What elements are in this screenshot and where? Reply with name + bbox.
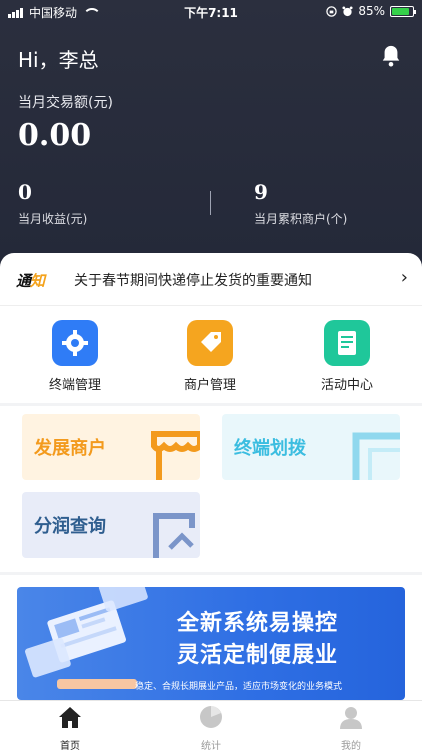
notice-bar[interactable]: 通知 关于春节期间快递停止发货的重要通知 › xyxy=(0,253,422,305)
gear-icon xyxy=(52,320,98,366)
rotation-lock-icon xyxy=(326,5,338,17)
banner-subtitle: 灵活定制便展业 xyxy=(177,643,339,668)
bottom-tab-bar: 首页 统计 我的 xyxy=(0,700,422,750)
notice-logo: 通知 xyxy=(16,270,45,291)
stat-divider xyxy=(210,191,211,215)
app-screen: 中国移动 下午7:11 85% Hi，李总 当月交易额(元) 0.00 0 当月… xyxy=(0,0,422,750)
user-icon xyxy=(340,707,362,729)
notice-logo-a: 通 xyxy=(16,272,31,290)
chevron-right-icon[interactable]: › xyxy=(401,267,408,288)
tab-home[interactable]: 首页 xyxy=(30,705,110,750)
banner-title: 全新系统易操控 xyxy=(177,611,339,636)
promo-banner[interactable]: 全新系统易操控 灵活定制便展业 稳定、合规长期展业产品，适应市场变化的业务模式 xyxy=(17,587,405,700)
status-bar: 中国移动 下午7:11 85% xyxy=(0,0,422,24)
terminal-transfer-card[interactable]: 终端划拨 xyxy=(222,414,400,480)
banner-section: 全新系统易操控 灵活定制便展业 稳定、合规长期展业产品，适应市场变化的业务模式 xyxy=(0,575,422,700)
feature-cards: 发展商户 终端划拨 分润查询 xyxy=(0,406,422,572)
quick-nav: 终端管理 商户管理 活动中心 xyxy=(0,305,422,403)
quick-nav-activity-center[interactable]: 活动中心 xyxy=(302,320,392,393)
transfer-icon xyxy=(352,432,400,480)
quick-nav-label: 商户管理 xyxy=(183,378,236,393)
tab-profile[interactable]: 我的 xyxy=(311,705,391,750)
battery-icon xyxy=(390,5,416,17)
banner-tagline: 稳定、合规长期展业产品，适应市场变化的业务模式 xyxy=(135,682,343,692)
feature-card-title: 终端划拨 xyxy=(234,438,306,459)
tab-label: 我的 xyxy=(341,741,361,750)
storefront-icon xyxy=(151,431,200,480)
month-income-label: 当月收益(元) xyxy=(18,212,88,226)
quick-nav-label: 终端管理 xyxy=(48,378,101,393)
develop-merchant-card[interactable]: 发展商户 xyxy=(22,414,200,480)
quick-nav-label: 活动中心 xyxy=(320,378,373,393)
month-trade-label: 当月交易额(元) xyxy=(18,95,113,111)
tab-label: 首页 xyxy=(60,741,80,750)
feature-card-title: 发展商户 xyxy=(34,438,106,459)
merchant-count-value: 9 xyxy=(254,180,268,204)
alarm-icon xyxy=(342,5,353,16)
tab-statistics[interactable]: 统计 xyxy=(171,705,251,750)
home-icon xyxy=(59,707,81,728)
greeting: Hi，李总 xyxy=(18,48,99,72)
month-trade-value: 0.00 xyxy=(18,118,92,153)
pie-chart-icon xyxy=(200,706,222,728)
merchant-count-stat[interactable]: 9 当月累积商户(个) xyxy=(254,180,347,227)
month-income-stat[interactable]: 0 当月收益(元) xyxy=(18,180,87,227)
quick-nav-terminal-management[interactable]: 终端管理 xyxy=(30,320,120,393)
notice-text[interactable]: 关于春节期间快递停止发货的重要通知 xyxy=(74,270,312,290)
notice-logo-b: 知 xyxy=(30,272,45,290)
quick-nav-merchant-management[interactable]: 商户管理 xyxy=(165,320,255,393)
bell-icon[interactable] xyxy=(380,44,402,68)
battery-percent: 85% xyxy=(358,4,385,18)
feature-card-title: 分润查询 xyxy=(34,516,106,537)
month-income-value: 0 xyxy=(18,180,32,204)
profit-query-card[interactable]: 分润查询 xyxy=(22,492,200,558)
query-icon xyxy=(153,513,195,558)
document-icon xyxy=(324,320,370,366)
tab-label: 统计 xyxy=(201,741,221,750)
tag-icon xyxy=(187,320,233,366)
merchant-count-label: 当月累积商户(个) xyxy=(254,212,348,226)
